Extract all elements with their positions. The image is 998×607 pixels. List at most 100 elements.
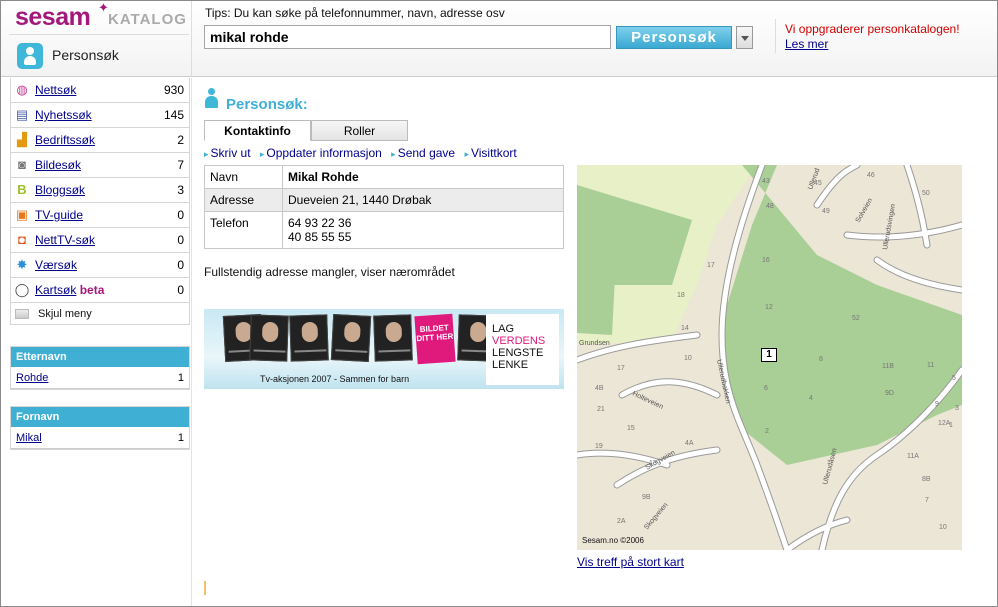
nav-item-count: 930	[163, 83, 184, 97]
person-icon	[17, 43, 43, 69]
svg-text:17: 17	[617, 365, 625, 372]
banner-line: LAG	[492, 323, 515, 335]
svg-text:8B: 8B	[922, 476, 931, 483]
nav-item-label[interactable]: Bedriftssøk	[35, 133, 95, 147]
facet-row[interactable]: Rohde 1	[11, 367, 189, 389]
svg-text:15: 15	[627, 425, 635, 432]
search-input[interactable]	[204, 25, 611, 49]
facet-row-count: 1	[177, 432, 184, 444]
facet-row[interactable]: Mikal 1	[11, 427, 189, 449]
table-row: Telefon 64 93 22 36 40 85 55 55	[204, 211, 564, 249]
svg-text:5: 5	[952, 375, 956, 382]
phone-label: Telefon	[204, 211, 283, 249]
read-more-link[interactable]: Les mer	[785, 37, 828, 51]
banner-pink-card: BILDET DITT HER	[414, 313, 456, 365]
svg-text:17: 17	[707, 262, 715, 269]
camera-icon: ◙	[18, 157, 26, 172]
nav-item-label[interactable]: TV-guide	[35, 208, 83, 222]
facet-row-count: 1	[177, 372, 184, 384]
tv-aksjonen-banner[interactable]: BILDET DITT HER Tv-aksjonen 2007 - Samme…	[204, 309, 564, 389]
banner-line: LENKE	[492, 359, 529, 371]
nav-item-label[interactable]: Nettsøk	[35, 83, 76, 97]
personsok-search-button[interactable]: Personsøk	[616, 26, 732, 49]
nav-item-label[interactable]: NettTV-søk	[35, 233, 95, 247]
nav-item-kartsok[interactable]: ◯ Kartsøk beta 0	[11, 278, 189, 303]
person-icon	[205, 88, 218, 110]
svg-text:2A: 2A	[617, 518, 626, 525]
facet-row-label[interactable]: Mikal	[16, 432, 42, 444]
sesam-katalog-logo[interactable]: sesam ✦ KATALOG	[9, 0, 189, 35]
video-camera-icon: ◘	[18, 232, 26, 247]
beta-badge: beta	[79, 283, 105, 297]
svg-text:4A: 4A	[685, 440, 694, 447]
phone-number: 64 93 22 36	[288, 216, 352, 230]
arrow-icon: ▸	[391, 149, 396, 159]
upgrade-notice: Vi oppgraderer personkatalogen!	[785, 22, 960, 36]
svg-text:8: 8	[819, 356, 823, 363]
svg-text:43: 43	[762, 178, 770, 185]
svg-text:11: 11	[927, 362, 934, 369]
nav-item-vaersok[interactable]: ✸ Værsøk 0	[11, 253, 189, 278]
hide-menu-toggle[interactable]: Skjul meny	[11, 303, 189, 325]
tab-kontaktinfo[interactable]: Kontaktinfo	[204, 120, 311, 141]
facet-etternavn: Etternavn Rohde 1	[10, 346, 190, 390]
nav-item-tv-guide[interactable]: ▣ TV-guide 0	[11, 203, 189, 228]
svg-text:11A: 11A	[907, 453, 919, 460]
nav-item-nett-tv-sok[interactable]: ◘ NettTV-søk 0	[11, 228, 189, 253]
nav-item-bedriftssok[interactable]: ▟ Bedriftssøk 2	[11, 128, 189, 153]
area-map[interactable]: Ullerudbakken Ullerudåsen Holteveien Sko…	[577, 165, 962, 550]
svg-text:16: 16	[762, 257, 770, 264]
page-title: Personsøk:	[226, 96, 308, 113]
nav-item-nettsok[interactable]: ◍ Nettsøk 930	[11, 78, 189, 103]
banner-photo	[330, 314, 372, 362]
map-marker[interactable]: 1	[761, 348, 777, 362]
svg-text:3: 3	[955, 405, 959, 412]
svg-text:49: 49	[822, 208, 830, 215]
text-cursor-mark	[204, 581, 206, 595]
facet-fornavn: Fornavn Mikal 1	[10, 406, 190, 450]
svg-text:7: 7	[925, 497, 929, 504]
svg-text:12: 12	[765, 304, 773, 311]
phone-values: 64 93 22 36 40 85 55 55	[282, 211, 564, 249]
nav-item-bildesok[interactable]: ◙ Bildesøk 7	[11, 153, 189, 178]
nav-item-count: 145	[163, 108, 184, 122]
nav-item-label[interactable]: Bloggsøk	[35, 183, 85, 197]
collapse-icon	[15, 309, 29, 319]
nav-item-label[interactable]: Nyhetssøk	[35, 108, 92, 122]
nav-item-count: 3	[177, 183, 184, 197]
large-map-link[interactable]: Vis treff på stort kart	[577, 555, 684, 569]
nav-item-label[interactable]: Kartsøk	[35, 283, 76, 297]
business-card-link[interactable]: Visittkort	[471, 146, 517, 160]
banner-line: LENGSTE	[492, 347, 544, 359]
table-row: Adresse Dueveien 21, 1440 Drøbak	[204, 188, 564, 212]
tab-roller[interactable]: Roller	[311, 120, 408, 141]
logo-brand: sesam	[15, 3, 91, 31]
svg-text:9B: 9B	[642, 494, 651, 501]
svg-text:4B: 4B	[595, 385, 604, 392]
nav-item-label[interactable]: Bildesøk	[35, 158, 81, 172]
svg-text:52: 52	[852, 315, 860, 322]
nav-item-label[interactable]: Værsøk	[35, 258, 77, 272]
print-link[interactable]: Skriv ut	[211, 146, 251, 160]
left-column-divider	[191, 78, 192, 606]
svg-text:2: 2	[765, 428, 769, 435]
name-value: Mikal Rohde	[282, 165, 564, 189]
tv-icon: ▣	[15, 207, 29, 222]
svg-text:13: 13	[649, 460, 657, 467]
nav-item-bloggsok[interactable]: B Bloggsøk 3	[11, 178, 189, 203]
action-links: ▸ Skriv ut ▸ Oppdater informasjon ▸ Send ga…	[204, 146, 523, 160]
arrow-icon: ▸	[464, 149, 469, 159]
svg-text:10: 10	[684, 355, 692, 362]
banner-photo	[289, 314, 329, 362]
logo-product: KATALOG	[108, 11, 187, 28]
send-gift-link[interactable]: Send gave	[398, 146, 455, 160]
svg-text:19: 19	[595, 443, 603, 450]
phone-number: 40 85 55 55	[288, 230, 352, 244]
chevron-down-icon[interactable]	[736, 26, 753, 49]
search-vertical-nav: ◍ Nettsøk 930 ▤ Nyhetssøk 145 ▟ Bedrifts…	[10, 78, 190, 325]
nav-item-nyhetssok[interactable]: ▤ Nyhetssøk 145	[11, 103, 189, 128]
update-info-link[interactable]: Oppdater informasjon	[266, 146, 381, 160]
banner-slogan: Tv-aksjonen 2007 - Sammen for barn	[260, 374, 410, 384]
facet-row-label[interactable]: Rohde	[16, 372, 48, 384]
blog-icon: B	[17, 182, 27, 197]
